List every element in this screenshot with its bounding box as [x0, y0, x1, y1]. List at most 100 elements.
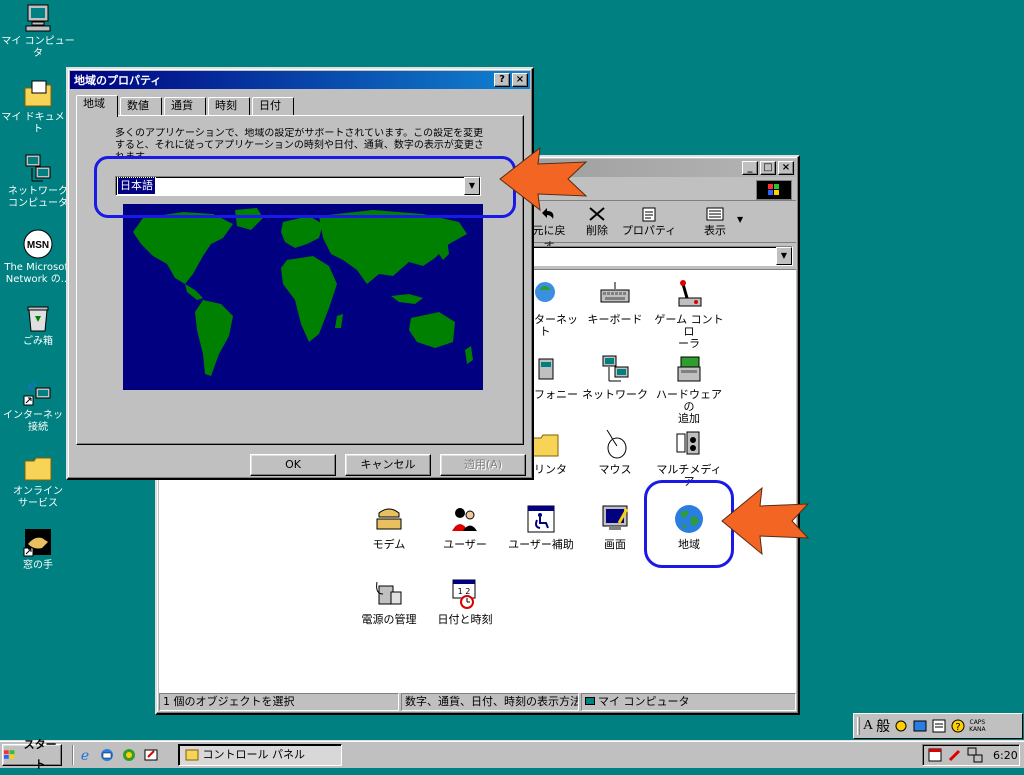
cancel-button[interactable]: キャンセル	[345, 454, 431, 476]
modem-icon	[376, 508, 402, 530]
taskbar-task-control-panel[interactable]: コントロール パネル	[178, 744, 342, 766]
tab-strip: 地域 数値 通貨 時刻 日付	[76, 95, 522, 117]
close-button[interactable]: ×	[778, 161, 794, 175]
dialog-title: 地域のプロパティ	[74, 74, 162, 87]
map-australia	[409, 312, 455, 348]
control-panel-small-icon	[185, 749, 199, 761]
computer-small-icon	[585, 697, 595, 705]
cp-item-game-controllers[interactable]: ゲーム コントロ ーラ	[651, 278, 727, 350]
online-services-folder-icon	[24, 457, 52, 481]
cp-item-display[interactable]: 画面	[577, 503, 653, 551]
internet-explorer-icon[interactable]: e	[77, 747, 93, 763]
ime-tool-icon[interactable]	[893, 718, 909, 734]
maximize-button[interactable]: □	[760, 161, 776, 175]
tray-network-icon[interactable]	[967, 747, 983, 763]
ime-mode-a[interactable]: A	[863, 718, 873, 734]
start-button[interactable]: スタート	[2, 738, 62, 771]
world-map	[123, 204, 483, 390]
status-bar: 1 個のオブジェクトを選択 数字、通貨、日付、時刻の表示方法 マイ コンピュータ	[159, 693, 796, 711]
dialog-titlebar: 地域のプロパティ ? ×	[70, 71, 530, 89]
cp-item-add-hardware[interactable]: ハードウェアの 追加	[651, 353, 727, 425]
map-central-america	[185, 284, 203, 300]
network-computer-icon	[25, 154, 51, 182]
svg-text:e: e	[81, 748, 89, 763]
show-desktop-icon[interactable]	[143, 747, 159, 763]
status-description: 数字、通貨、日付、時刻の表示方法	[401, 693, 579, 711]
ime-dictionary-icon[interactable]	[912, 718, 928, 734]
delete-label: 削除	[586, 224, 608, 237]
desktop-icon-my-computer[interactable]: マイ コンピュータ	[0, 2, 78, 60]
view-dropdown-arrow[interactable]: ▼	[737, 215, 743, 224]
tray-calendar-icon[interactable]	[927, 747, 943, 763]
ime-help-icon[interactable]: ?	[950, 718, 966, 734]
channels-icon[interactable]	[121, 747, 137, 763]
cp-item-mouse[interactable]: マウス	[577, 428, 653, 476]
address-field[interactable]: ▼	[527, 246, 793, 266]
status-selection: 1 個のオブジェクトを選択	[159, 693, 399, 711]
msn-icon: MSN	[23, 229, 53, 259]
power-management-icon	[376, 581, 402, 605]
cp-item-label: ハードウェアの 追加	[656, 388, 722, 425]
cp-item-label: 電源の管理	[361, 613, 417, 626]
cp-item-label: マウス	[598, 463, 632, 476]
dialog-close-button[interactable]: ×	[512, 73, 528, 87]
outlook-express-icon[interactable]	[99, 747, 115, 763]
map-north-america	[133, 212, 233, 284]
cp-item-power-management[interactable]: 電源の管理	[351, 578, 427, 626]
caps-kana-indicator: CAPS KANA	[969, 719, 986, 733]
callout-arrow-region	[721, 486, 810, 556]
network-icon	[602, 355, 629, 382]
windows-flag-icon	[3, 750, 15, 759]
svg-text:?: ?	[955, 722, 960, 733]
apply-button[interactable]: 適用(A)	[440, 454, 526, 476]
internet-connection-icon: e	[23, 378, 51, 406]
task-label: コントロール パネル	[202, 748, 306, 761]
windows-logo-icon	[756, 180, 792, 200]
tab-region[interactable]: 地域	[76, 95, 118, 117]
properties-icon	[642, 207, 656, 222]
ime-conversion-mode[interactable]: 般	[876, 716, 890, 736]
view-button[interactable]: 表示	[687, 205, 743, 241]
status-location: マイ コンピュータ	[581, 693, 796, 711]
cp-item-label: ゲーム コントロ ーラ	[654, 313, 724, 350]
ok-button[interactable]: OK	[250, 454, 336, 476]
map-madagascar	[335, 314, 343, 328]
system-tray: 6:20	[922, 744, 1020, 766]
properties-button[interactable]: プロパティ	[621, 205, 677, 241]
tab-date[interactable]: 日付	[252, 97, 294, 115]
tab-number[interactable]: 数値	[120, 97, 162, 115]
cp-item-network[interactable]: ネットワーク	[577, 353, 653, 401]
cp-item-label: 画面	[604, 538, 626, 551]
caps-label: CAPS	[969, 719, 986, 726]
date-time-icon: 1 2	[452, 579, 476, 609]
ime-grip[interactable]	[857, 717, 860, 735]
tray-pen-icon[interactable]	[947, 747, 963, 763]
ime-toolbar: A 般 ? CAPS KANA	[853, 713, 1023, 739]
properties-label: プロパティ	[621, 224, 677, 237]
cp-item-label: 日付と時刻	[437, 613, 493, 626]
desktop-icon-label: 窓の手	[23, 560, 53, 571]
desktop-icon-label: マイ コンピュータ	[1, 36, 75, 59]
tab-time[interactable]: 時刻	[208, 97, 250, 115]
help-button[interactable]: ?	[494, 73, 510, 87]
svg-text:1 2: 1 2	[458, 587, 471, 596]
cp-item-users[interactable]: ユーザー	[427, 503, 503, 551]
cp-item-accessibility[interactable]: ユーザー補助	[503, 503, 579, 551]
clock[interactable]: 6:20	[993, 749, 1018, 762]
cp-item-multimedia[interactable]: マルチメディア	[651, 428, 727, 488]
cp-item-date-time[interactable]: 1 2 日付と時刻	[427, 578, 503, 626]
svg-text:MSN: MSN	[27, 240, 49, 251]
minimize-button[interactable]: _	[742, 161, 758, 175]
start-label: スタート	[23, 738, 57, 771]
cp-item-keyboard[interactable]: キーボード	[577, 278, 653, 326]
cp-item-label: モデム	[372, 538, 406, 551]
cp-item-modem[interactable]: モデム	[351, 503, 427, 551]
desktop-icon-madonote[interactable]: 窓の手	[0, 526, 78, 572]
add-hardware-icon	[677, 356, 701, 382]
tab-currency[interactable]: 通貨	[164, 97, 206, 115]
address-dropdown-button[interactable]: ▼	[776, 247, 792, 265]
cp-item-label: ネットワーク	[582, 388, 648, 401]
ime-pad-icon[interactable]	[931, 718, 947, 734]
svg-text:e: e	[28, 378, 36, 394]
cp-item-label: ユーザー	[443, 538, 487, 551]
